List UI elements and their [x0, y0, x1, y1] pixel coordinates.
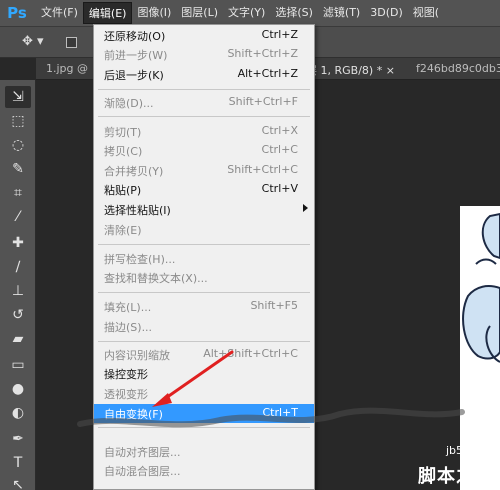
- marquee-tool-icon[interactable]: ⬚: [5, 110, 31, 132]
- stamp-tool-icon[interactable]: ⊥: [5, 280, 31, 302]
- path-select-tool-icon[interactable]: ↖: [5, 474, 31, 490]
- menu-3d[interactable]: 3D(D): [365, 2, 408, 24]
- watermark-url: jb51.net: [446, 444, 492, 457]
- menu-item-shortcut: Ctrl+Z: [261, 28, 298, 41]
- menu-file[interactable]: 文件(F): [36, 2, 83, 24]
- menu-item-label: 自由变换(F): [104, 408, 163, 421]
- healing-tool-icon[interactable]: ✚: [5, 232, 31, 254]
- menu-item-step-forward[interactable]: 前进一步(W) Shift+Ctrl+Z: [94, 45, 314, 64]
- menu-item-fade[interactable]: 渐隐(D)... Shift+Ctrl+F: [94, 93, 314, 112]
- menu-item-shortcut: Shift+F5: [250, 299, 298, 312]
- menu-item-label: 查找和替换文本(X)...: [104, 272, 208, 285]
- menu-separator: [98, 427, 310, 428]
- menu-item-label: 后退一步(K): [104, 69, 164, 82]
- menu-item-perspective-warp[interactable]: 透视变形: [94, 384, 314, 403]
- menu-select[interactable]: 选择(S): [270, 2, 318, 24]
- menu-item-paste[interactable]: 粘贴(P) Ctrl+V: [94, 180, 314, 199]
- menu-item-free-transform[interactable]: 自由变换(F) Ctrl+T: [94, 404, 314, 423]
- dodge-tool-icon[interactable]: ◐: [5, 402, 31, 424]
- edit-menu-dropdown: 还原移动(O) Ctrl+Z 前进一步(W) Shift+Ctrl+Z 后退一步…: [93, 24, 315, 490]
- submenu-arrow-icon: [303, 204, 308, 212]
- menu-item-shortcut: Ctrl+T: [262, 406, 298, 419]
- tab-document-3[interactable]: f246bd89c0db3: [416, 62, 500, 75]
- menu-item-label: 选择性粘贴(I): [104, 204, 171, 217]
- menu-item-label: 填充(L)...: [104, 301, 152, 314]
- menu-item-label: 自动对齐图层...: [104, 446, 181, 459]
- blur-tool-icon[interactable]: ●: [5, 378, 31, 400]
- menu-item-label: 前进一步(W): [104, 49, 168, 62]
- menu-item-label: 内容识别缩放: [104, 349, 170, 362]
- menu-item-copy[interactable]: 拷贝(C) Ctrl+C: [94, 141, 314, 160]
- menu-item-cut[interactable]: 剪切(T) Ctrl+X: [94, 122, 314, 141]
- tab-document-2[interactable]: 层 1, RGB/8) * ×: [306, 62, 395, 78]
- menu-image[interactable]: 图像(I): [132, 2, 176, 24]
- eyedropper-tool-icon[interactable]: ⁄: [5, 206, 31, 228]
- menu-item-stroke[interactable]: 描边(S)...: [94, 317, 314, 336]
- menu-separator: [98, 292, 310, 293]
- pen-tool-icon[interactable]: ✒: [5, 428, 31, 450]
- menu-item-label: 渐隐(D)...: [104, 97, 154, 110]
- menu-item-shortcut: Alt+Ctrl+Z: [237, 67, 298, 80]
- menu-item-shortcut: Shift+Ctrl+Z: [227, 47, 298, 60]
- menu-item-step-backward[interactable]: 后退一步(K) Alt+Ctrl+Z: [94, 65, 314, 84]
- menu-item-content-aware-scale[interactable]: 内容识别缩放 Alt+Shift+Ctrl+C: [94, 345, 314, 364]
- menu-separator: [98, 341, 310, 342]
- lasso-tool-icon[interactable]: ◌: [5, 134, 31, 156]
- menu-item-label: 操控变形: [104, 368, 148, 381]
- menu-bar: Ps 文件(F) 编辑(E) 图像(I) 图层(L) 文字(Y) 选择(S) 滤…: [0, 0, 500, 26]
- menu-separator: [98, 116, 310, 117]
- type-tool-icon[interactable]: T: [5, 452, 31, 474]
- menu-item-label: 拼写检查(H)...: [104, 253, 176, 266]
- menu-filter[interactable]: 滤镜(T): [318, 2, 365, 24]
- auto-select-checkbox[interactable]: [66, 37, 77, 48]
- menu-item-shortcut: Ctrl+X: [261, 124, 298, 137]
- menu-item-label: 粘贴(P): [104, 184, 142, 197]
- tab-document-1[interactable]: 1.jpg @: [46, 62, 88, 75]
- menu-item-copy-merged[interactable]: 合并拷贝(Y) Shift+Ctrl+C: [94, 161, 314, 180]
- menu-item-label: 合并拷贝(Y): [104, 165, 164, 178]
- eraser-tool-icon[interactable]: ▰: [5, 328, 31, 350]
- menu-item-shortcut: Shift+Ctrl+C: [227, 163, 298, 176]
- menu-item-label: 自动混合图层...: [104, 465, 181, 478]
- menu-item-label: 拷贝(C): [104, 145, 143, 158]
- menu-item-puppet-warp[interactable]: 操控变形: [94, 364, 314, 383]
- crop-tool-icon[interactable]: ⌗: [5, 182, 31, 204]
- menu-edit[interactable]: 编辑(E): [82, 2, 133, 24]
- menu-item-shortcut: Ctrl+V: [261, 182, 298, 195]
- history-brush-tool-icon[interactable]: ↺: [5, 304, 31, 326]
- menu-item-auto-align-layers[interactable]: 自动对齐图层...: [94, 442, 314, 461]
- move-tool-preset-icon[interactable]: ✥ ▾: [22, 34, 52, 52]
- watermark-name: 脚本之家: [418, 466, 494, 487]
- menu-item-auto-blend-layers[interactable]: 自动混合图层...: [94, 461, 314, 480]
- menu-type[interactable]: 文字(Y): [223, 2, 270, 24]
- menu-item-shortcut: Shift+Ctrl+F: [228, 95, 298, 108]
- menu-item-label: 透视变形: [104, 388, 148, 401]
- menu-item-label: 清除(E): [104, 224, 142, 237]
- menu-item-label: 描边(S)...: [104, 321, 153, 334]
- move-tool-icon[interactable]: ⇲: [5, 86, 31, 108]
- menu-separator: [98, 89, 310, 90]
- menu-item-undo-move[interactable]: 还原移动(O) Ctrl+Z: [94, 26, 314, 45]
- gradient-tool-icon[interactable]: ▭: [5, 354, 31, 376]
- menu-item-spell-check[interactable]: 拼写检查(H)...: [94, 249, 314, 268]
- menu-item-label: 还原移动(O): [104, 30, 166, 43]
- menu-item-find-replace[interactable]: 查找和替换文本(X)...: [94, 268, 314, 287]
- menu-item-clear[interactable]: 清除(E): [94, 220, 314, 239]
- menu-layer[interactable]: 图层(L): [176, 2, 223, 24]
- menu-separator: [98, 244, 310, 245]
- quick-select-tool-icon[interactable]: ✎: [5, 158, 31, 180]
- menu-item-shortcut: Alt+Shift+Ctrl+C: [203, 347, 298, 360]
- brush-tool-icon[interactable]: ∕: [5, 256, 31, 278]
- menu-item-paste-special[interactable]: 选择性粘贴(I): [94, 200, 314, 219]
- photoshop-logo: Ps: [7, 4, 27, 22]
- menu-item-fill[interactable]: 填充(L)... Shift+F5: [94, 297, 314, 316]
- tools-panel: ⇲ ⬚ ◌ ✎ ⌗ ⁄ ✚ ∕ ⊥ ↺ ▰ ▭ ● ◐ ✒ T ↖: [0, 80, 36, 490]
- menu-item-label: 剪切(T): [104, 126, 142, 139]
- menu-view[interactable]: 视图(: [408, 2, 444, 24]
- menu-item-shortcut: Ctrl+C: [261, 143, 298, 156]
